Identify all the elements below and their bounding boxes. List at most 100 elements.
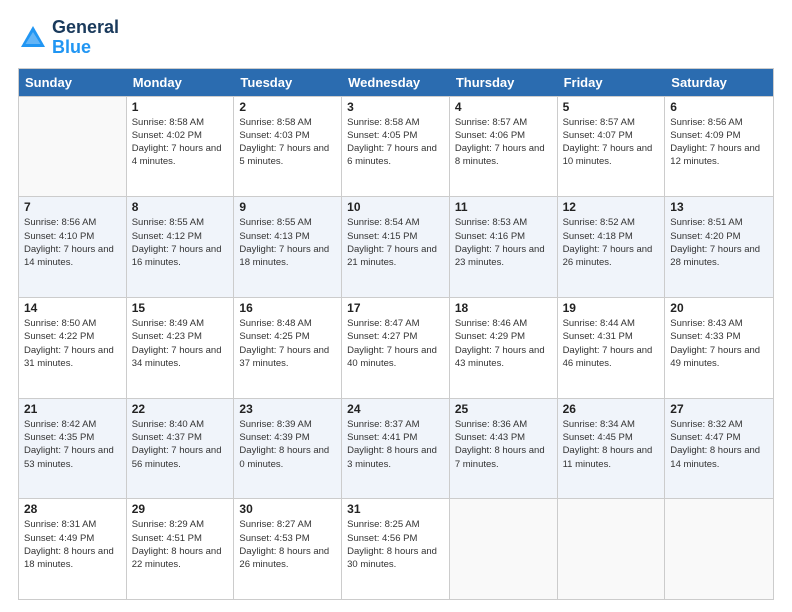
day-number: 19: [563, 301, 660, 315]
day-number: 7: [24, 200, 121, 214]
daylight-text: Daylight: 7 hours and 46 minutes.: [563, 345, 653, 369]
day-number: 3: [347, 100, 444, 114]
calendar-day-cell: 9Sunrise: 8:55 AMSunset: 4:13 PMDaylight…: [234, 197, 342, 297]
day-info: Sunrise: 8:29 AMSunset: 4:51 PMDaylight:…: [132, 518, 229, 571]
day-number: 4: [455, 100, 552, 114]
calendar-day-cell: 1Sunrise: 8:58 AMSunset: 4:02 PMDaylight…: [127, 97, 235, 197]
sunset-text: Sunset: 4:43 PM: [455, 432, 525, 443]
sunrise-text: Sunrise: 8:31 AM: [24, 519, 96, 530]
day-info: Sunrise: 8:39 AMSunset: 4:39 PMDaylight:…: [239, 418, 336, 471]
day-info: Sunrise: 8:55 AMSunset: 4:13 PMDaylight:…: [239, 216, 336, 269]
calendar-day-cell: 23 Sunrise: 8:39 AMSunset: 4:39 PMDayligh…: [234, 399, 342, 499]
calendar-day-cell: 18Sunrise: 8:46 AMSunset: 4:29 PMDayligh…: [450, 298, 558, 398]
sunset-text: Sunset: 4:37 PM: [132, 432, 202, 443]
day-number: 27: [670, 402, 768, 416]
day-info: Sunrise: 8:27 AMSunset: 4:53 PMDaylight:…: [239, 518, 336, 571]
sunset-text: Sunset: 4:20 PM: [670, 231, 740, 242]
sunrise-text: Sunrise: 8:39 AM: [239, 419, 311, 430]
weekday-header: Friday: [558, 69, 666, 96]
calendar-day-cell: 12Sunrise: 8:52 AMSunset: 4:18 PMDayligh…: [558, 197, 666, 297]
sunrise-text: Sunrise: 8:32 AM: [670, 419, 742, 430]
sunset-text: Sunset: 4:15 PM: [347, 231, 417, 242]
day-info: Sunrise: 8:53 AMSunset: 4:16 PMDaylight:…: [455, 216, 552, 269]
day-info: Sunrise: 8:55 AMSunset: 4:12 PMDaylight:…: [132, 216, 229, 269]
daylight-text: Daylight: 8 hours and 26 minutes.: [239, 546, 329, 570]
day-number: 23: [239, 402, 336, 416]
daylight-text: Daylight: 8 hours and 3 minutes.: [347, 445, 437, 469]
empty-cell: [665, 499, 773, 599]
sunset-text: Sunset: 4:23 PM: [132, 331, 202, 342]
logo-text: General Blue: [52, 18, 119, 58]
sunrise-text: Sunrise: 8:52 AM: [563, 217, 635, 228]
logo-icon: [18, 23, 48, 53]
daylight-text: Daylight: 7 hours and 10 minutes.: [563, 143, 653, 167]
calendar-day-cell: 13Sunrise: 8:51 AMSunset: 4:20 PMDayligh…: [665, 197, 773, 297]
empty-cell: [450, 499, 558, 599]
day-info: Sunrise: 8:57 AMSunset: 4:07 PMDaylight:…: [563, 116, 660, 169]
daylight-text: Daylight: 7 hours and 49 minutes.: [670, 345, 760, 369]
calendar-day-cell: 6Sunrise: 8:56 AMSunset: 4:09 PMDaylight…: [665, 97, 773, 197]
calendar-day-cell: 25Sunrise: 8:36 AMSunset: 4:43 PMDayligh…: [450, 399, 558, 499]
day-info: Sunrise: 8:47 AMSunset: 4:27 PMDaylight:…: [347, 317, 444, 370]
sunset-text: Sunset: 4:31 PM: [563, 331, 633, 342]
day-number: 24: [347, 402, 444, 416]
sunset-text: Sunset: 4:22 PM: [24, 331, 94, 342]
sunrise-text: Sunrise: 8:25 AM: [347, 519, 419, 530]
sunrise-text: Sunrise: 8:29 AM: [132, 519, 204, 530]
calendar-row: 28Sunrise: 8:31 AMSunset: 4:49 PMDayligh…: [19, 498, 773, 599]
day-info: Sunrise: 8:40 AMSunset: 4:37 PMDaylight:…: [132, 418, 229, 471]
day-number: 30: [239, 502, 336, 516]
calendar-day-cell: 3Sunrise: 8:58 AMSunset: 4:05 PMDaylight…: [342, 97, 450, 197]
day-number: 25: [455, 402, 552, 416]
calendar-day-cell: 30 Sunrise: 8:27 AMSunset: 4:53 PMDayligh…: [234, 499, 342, 599]
sunrise-text: Sunrise: 8:43 AM: [670, 318, 742, 329]
calendar: SundayMondayTuesdayWednesdayThursdayFrid…: [18, 68, 774, 600]
sunrise-text: Sunrise: 8:44 AM: [563, 318, 635, 329]
weekday-header: Saturday: [665, 69, 773, 96]
sunrise-text: Sunrise: 8:46 AM: [455, 318, 527, 329]
calendar-day-cell: 26 Sunrise: 8:34 AMSunset: 4:45 PMDayligh…: [558, 399, 666, 499]
sunset-text: Sunset: 4:06 PM: [455, 130, 525, 141]
day-info: Sunrise: 8:56 AMSunset: 4:09 PMDaylight:…: [670, 116, 768, 169]
sunset-text: Sunset: 4:07 PM: [563, 130, 633, 141]
calendar-day-cell: 31Sunrise: 8:25 AMSunset: 4:56 PMDayligh…: [342, 499, 450, 599]
sunrise-text: Sunrise: 8:58 AM: [347, 117, 419, 128]
sunset-text: Sunset: 4:51 PM: [132, 533, 202, 544]
empty-cell: [19, 97, 127, 197]
day-info: Sunrise: 8:46 AMSunset: 4:29 PMDaylight:…: [455, 317, 552, 370]
daylight-text: Daylight: 7 hours and 23 minutes.: [455, 244, 545, 268]
daylight-text: Daylight: 7 hours and 21 minutes.: [347, 244, 437, 268]
calendar-day-cell: 10Sunrise: 8:54 AMSunset: 4:15 PMDayligh…: [342, 197, 450, 297]
sunrise-text: Sunrise: 8:48 AM: [239, 318, 311, 329]
day-number: 11: [455, 200, 552, 214]
header: General Blue: [18, 18, 774, 58]
sunrise-text: Sunrise: 8:40 AM: [132, 419, 204, 430]
day-number: 26: [563, 402, 660, 416]
day-number: 15: [132, 301, 229, 315]
daylight-text: Daylight: 7 hours and 31 minutes.: [24, 345, 114, 369]
day-number: 16: [239, 301, 336, 315]
sunrise-text: Sunrise: 8:58 AM: [239, 117, 311, 128]
day-info: Sunrise: 8:34 AMSunset: 4:45 PMDaylight:…: [563, 418, 660, 471]
sunrise-text: Sunrise: 8:56 AM: [670, 117, 742, 128]
empty-cell: [558, 499, 666, 599]
daylight-text: Daylight: 8 hours and 7 minutes.: [455, 445, 545, 469]
daylight-text: Daylight: 7 hours and 4 minutes.: [132, 143, 222, 167]
calendar-day-cell: 21Sunrise: 8:42 AMSunset: 4:35 PMDayligh…: [19, 399, 127, 499]
daylight-text: Daylight: 7 hours and 16 minutes.: [132, 244, 222, 268]
calendar-day-cell: 7 Sunrise: 8:56 AMSunset: 4:10 PMDaylight…: [19, 197, 127, 297]
calendar-day-cell: 8Sunrise: 8:55 AMSunset: 4:12 PMDaylight…: [127, 197, 235, 297]
day-info: Sunrise: 8:48 AMSunset: 4:25 PMDaylight:…: [239, 317, 336, 370]
day-info: Sunrise: 8:56 AMSunset: 4:10 PMDaylight:…: [24, 216, 121, 269]
weekday-header: Wednesday: [342, 69, 450, 96]
sunset-text: Sunset: 4:10 PM: [24, 231, 94, 242]
calendar-day-cell: 16 Sunrise: 8:48 AMSunset: 4:25 PMDayligh…: [234, 298, 342, 398]
sunset-text: Sunset: 4:12 PM: [132, 231, 202, 242]
day-number: 20: [670, 301, 768, 315]
calendar-row: 14Sunrise: 8:50 AMSunset: 4:22 PMDayligh…: [19, 297, 773, 398]
day-number: 28: [24, 502, 121, 516]
calendar-row: 1Sunrise: 8:58 AMSunset: 4:02 PMDaylight…: [19, 96, 773, 197]
daylight-text: Daylight: 7 hours and 37 minutes.: [239, 345, 329, 369]
sunset-text: Sunset: 4:16 PM: [455, 231, 525, 242]
day-info: Sunrise: 8:32 AMSunset: 4:47 PMDaylight:…: [670, 418, 768, 471]
